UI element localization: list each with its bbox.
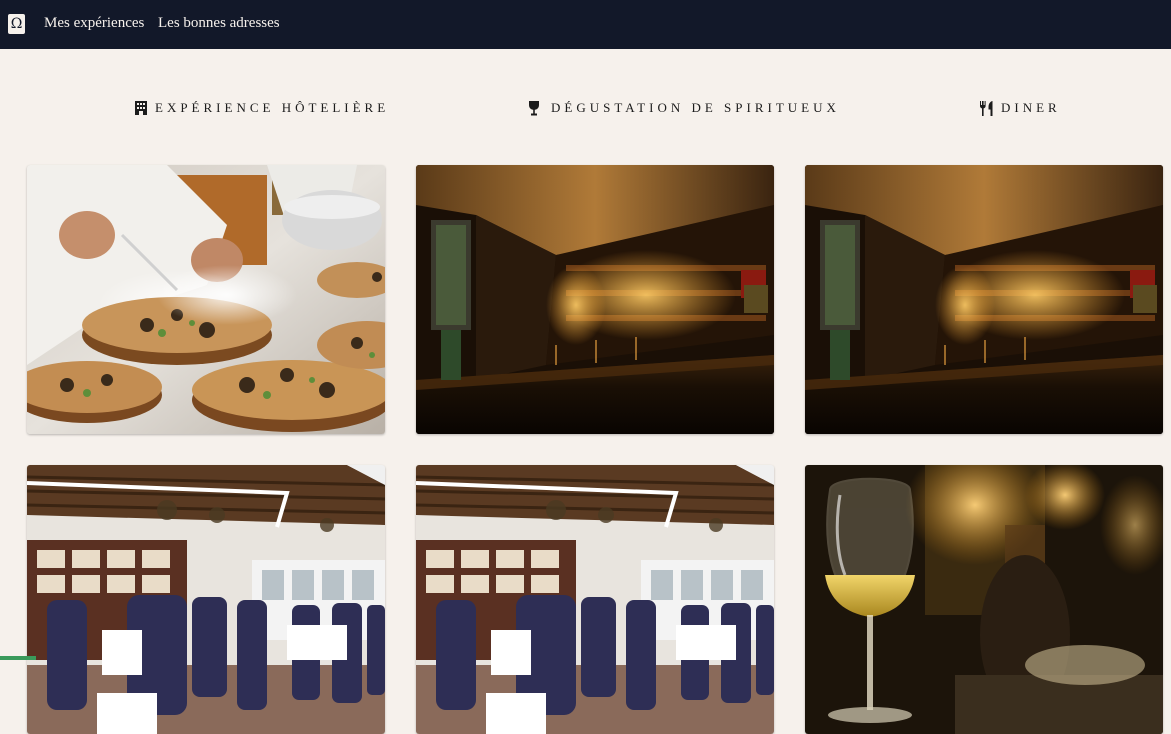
chef-plating-image: [27, 165, 385, 434]
category-diner[interactable]: DINER: [979, 100, 1061, 116]
category-label: DINER: [1001, 100, 1061, 115]
hotel-icon: [135, 101, 147, 115]
experience-card-wine-glass[interactable]: [805, 465, 1163, 734]
wine-glass-icon: [529, 100, 539, 115]
logo-icon[interactable]: Ω: [8, 14, 25, 34]
nav-link-bonnes-adresses[interactable]: Les bonnes adresses: [158, 15, 280, 32]
restaurant-dining-image: [27, 465, 385, 734]
category-label: EXPÉRIENCE HÔTELIÈRE: [155, 100, 390, 115]
bar-interior-image: [416, 165, 774, 434]
category-experience-hoteliere[interactable]: EXPÉRIENCE HÔTELIÈRE: [134, 100, 389, 116]
restaurant-dining-image: [416, 465, 774, 734]
experience-card-bar-interior-2[interactable]: [805, 165, 1163, 434]
experience-card-restaurant-dining[interactable]: [27, 465, 385, 734]
experience-card-restaurant-dining-2[interactable]: [416, 465, 774, 734]
experience-card-bar-interior[interactable]: [416, 165, 774, 434]
nav-link-mes-experiences[interactable]: Mes expériences: [44, 15, 144, 32]
top-navbar: Ω Mes expériences Les bonnes adresses: [0, 0, 1171, 49]
experience-card-chef-plating[interactable]: [27, 165, 385, 434]
wine-glass-image: [805, 465, 1163, 734]
bar-interior-image: [805, 165, 1163, 434]
category-label: DÉGUSTATION DE SPIRITUEUX: [551, 100, 840, 115]
scroll-progress-indicator: [0, 656, 36, 660]
category-degustation-spiritueux[interactable]: DÉGUSTATION DE SPIRITUEUX: [528, 100, 840, 116]
utensils-icon: [980, 100, 993, 116]
